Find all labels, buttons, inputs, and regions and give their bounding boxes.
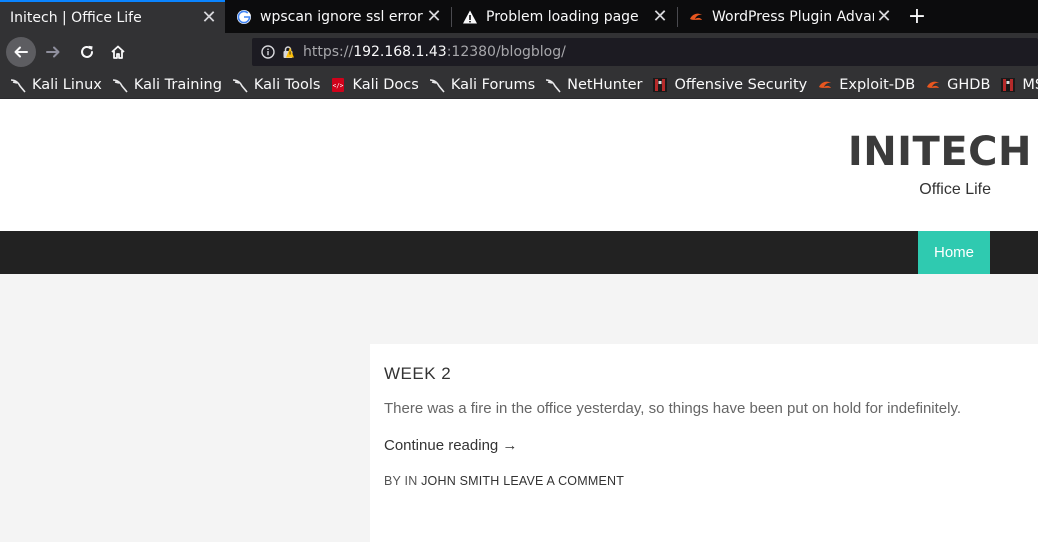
offsec-icon [652,77,668,93]
url-scheme: https:// [303,44,354,60]
kali-icon [232,77,248,93]
info-icon[interactable] [261,45,275,59]
tab-title: wpscan ignore ssl error - [260,8,424,25]
bookmark-label: NetHunter [567,76,643,93]
post-meta-prefix: BY IN [384,474,418,488]
tab-wordpress-plugin[interactable]: WordPress Plugin Advanc ✕ [678,0,900,33]
bookmarks-toolbar: Kali Linux Kali Training Kali Tools </> … [0,71,1038,98]
tab-bar: Initech | Office Life ✕ wpscan ignore ss… [0,0,1038,33]
bookmark-offensive-security[interactable]: Offensive Security [652,77,807,93]
bookmark-kali-docs[interactable]: </> Kali Docs [330,76,419,93]
home-icon [111,45,125,59]
reload-icon [81,45,93,58]
url-text[interactable]: https://192.168.1.43:12380/blogblog/ [303,44,566,60]
back-arrow-icon [14,46,28,58]
bookmark-label: Offensive Security [674,76,808,93]
forward-arrow-icon [46,46,60,58]
tab-wpscan[interactable]: wpscan ignore ssl error - ✕ [226,0,450,33]
kali-icon [112,77,128,93]
bookmark-label: Kali Forums [450,76,536,93]
bookmark-kali-training[interactable]: Kali Training [112,77,222,93]
tab-title: Initech | Office Life [10,9,142,26]
url-bar[interactable]: https://192.168.1.43:12380/blogblog/ [252,38,1038,66]
new-tab-button[interactable]: + [904,0,930,33]
post-card: WEEK 2 There was a fire in the office ye… [370,344,1038,542]
page-content: INITECH Office Life Home WEEK 2 There wa… [0,99,1038,542]
leave-comment-link[interactable]: LEAVE A COMMENT [503,474,624,488]
forward-button[interactable] [38,37,68,67]
svg-text:</>: </> [333,82,344,89]
tab-close-icon[interactable]: ✕ [424,6,444,27]
continue-reading-link[interactable]: Continue reading → [384,437,1024,454]
bookmark-label: Kali Docs [352,76,419,93]
post-title[interactable]: WEEK 2 [384,364,1024,384]
exploit-db-icon [925,77,941,93]
tab-title: Problem loading page [486,8,639,25]
bookmark-ghdb[interactable]: GHDB [925,77,990,93]
bookmark-kali-forums[interactable]: Kali Forums [429,77,535,93]
bookmark-nethunter[interactable]: NetHunter [545,77,642,93]
tab-close-icon[interactable]: ✕ [874,6,894,27]
tab-problem-loading[interactable]: Problem loading page ✕ [452,0,676,33]
reload-button[interactable] [72,37,102,67]
nav-item-home[interactable]: Home [918,231,990,274]
browser-chrome: Initech | Office Life ✕ wpscan ignore ss… [0,0,1038,99]
kali-docs-icon: </> [330,77,346,93]
warning-icon [462,9,478,25]
navigation-toolbar: https://192.168.1.43:12380/blogblog/ [0,33,1038,71]
back-button[interactable] [6,37,36,67]
kali-icon [10,77,26,93]
google-icon [236,9,252,25]
bookmark-label: MSFU [1022,76,1038,93]
post-excerpt: There was a fire in the office yesterday… [384,400,962,417]
url-host: 192.168.1.43 [353,44,447,60]
tab-close-icon[interactable]: ✕ [650,6,670,27]
insecure-lock-icon[interactable] [281,45,295,59]
url-path: :12380/blogblog/ [446,44,566,60]
exploit-db-icon [688,9,704,25]
bookmark-kali-tools[interactable]: Kali Tools [232,76,321,93]
bookmark-msfu[interactable]: MSFU [1000,77,1038,93]
tab-close-icon[interactable]: ✕ [199,7,219,28]
main-navigation: Home [0,231,1038,274]
kali-icon [545,77,561,93]
bookmark-label: GHDB [947,76,991,93]
kali-icon [429,77,445,93]
site-header: INITECH Office Life [0,99,1038,231]
bookmark-label: Kali Tools [253,76,321,93]
post-meta: BY IN JOHN SMITH LEAVE A COMMENT [384,474,1024,488]
bookmark-label: Kali Training [133,76,222,93]
post-author-link[interactable]: JOHN SMITH [421,474,499,488]
offsec-icon [1000,77,1016,93]
site-description: Office Life [919,181,991,198]
tab-title: WordPress Plugin Advanc [712,8,874,25]
bookmark-label: Exploit-DB [839,76,916,93]
tab-initech[interactable]: Initech | Office Life ✕ [0,0,225,33]
exploit-db-icon [817,77,833,93]
bookmark-label: Kali Linux [32,76,102,93]
bookmark-exploit-db[interactable]: Exploit-DB [817,77,915,93]
site-title[interactable]: INITECH [848,129,1032,175]
bookmark-kali-linux[interactable]: Kali Linux [10,77,102,93]
home-button[interactable] [103,37,133,67]
